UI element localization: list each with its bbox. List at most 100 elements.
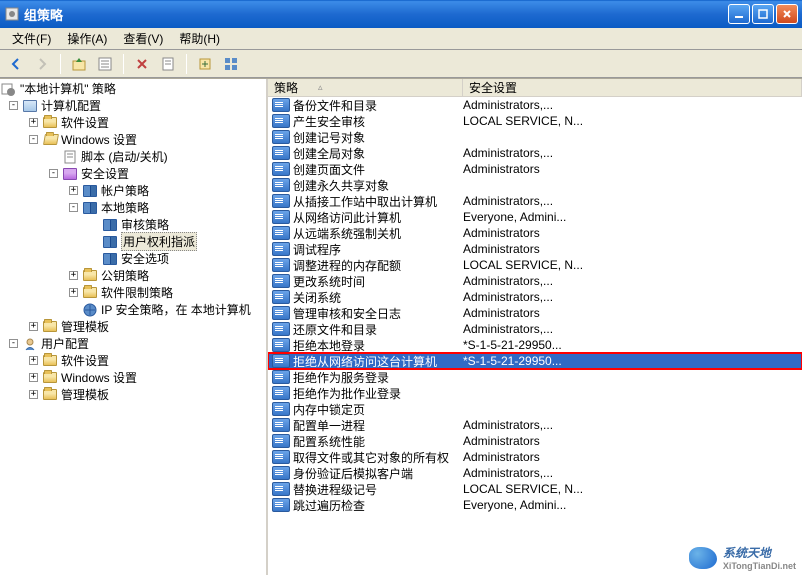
policy-item-icon: [272, 418, 290, 432]
menu-help[interactable]: 帮助(H): [171, 28, 228, 49]
list-row[interactable]: 调试程序Administrators: [268, 241, 802, 257]
menu-file[interactable]: 文件(F): [4, 28, 59, 49]
list-row[interactable]: 创建永久共享对象: [268, 177, 802, 193]
book-icon: [102, 235, 118, 249]
list-row[interactable]: 拒绝从网络访问这台计算机*S-1-5-21-29950...: [268, 353, 802, 369]
list-row[interactable]: 创建页面文件Administrators: [268, 161, 802, 177]
tree-local-policy[interactable]: -本地策略: [69, 199, 265, 216]
close-button[interactable]: [776, 4, 798, 24]
list-row[interactable]: 从网络访问此计算机Everyone, Admini...: [268, 209, 802, 225]
list-row[interactable]: 产生安全审核LOCAL SERVICE, N...: [268, 113, 802, 129]
tree-software-restrict[interactable]: +软件限制策略: [69, 284, 265, 301]
up-button[interactable]: [67, 52, 91, 76]
policy-name: 调试程序: [293, 241, 463, 258]
tree-public-key[interactable]: +公钥策略: [69, 267, 265, 284]
minimize-button[interactable]: [728, 4, 750, 24]
tree-pane[interactable]: "本地计算机" 策略 - 计算机配置 +软件设置 -Windows 设置: [0, 79, 268, 575]
list-row[interactable]: 创建记号对象: [268, 129, 802, 145]
tree-user-config[interactable]: -用户配置: [9, 335, 265, 352]
list-row[interactable]: 还原文件和目录Administrators,...: [268, 321, 802, 337]
separator: [60, 54, 61, 74]
collapse-icon[interactable]: -: [49, 169, 58, 178]
tree-account-policy[interactable]: +帐户策略: [69, 182, 265, 199]
properties-button[interactable]: [156, 52, 180, 76]
back-button[interactable]: [4, 52, 28, 76]
expand-icon[interactable]: +: [29, 390, 38, 399]
tree-ip-security[interactable]: IP 安全策略，在 本地计算机: [69, 301, 265, 318]
list-row[interactable]: 取得文件或其它对象的所有权Administrators: [268, 449, 802, 465]
list-row[interactable]: 跳过遍历检查Everyone, Admini...: [268, 497, 802, 513]
refresh-button[interactable]: [219, 52, 243, 76]
tree-user-admin-templates[interactable]: +管理模板: [29, 386, 265, 403]
menu-view[interactable]: 查看(V): [115, 28, 171, 49]
expand-icon[interactable]: +: [69, 271, 78, 280]
security-setting: Administrators,...: [463, 146, 553, 160]
menu-action[interactable]: 操作(A): [59, 28, 115, 49]
list-row[interactable]: 调整进程的内存配额LOCAL SERVICE, N...: [268, 257, 802, 273]
folder-open-icon: [42, 133, 58, 147]
policy-root-icon: [1, 82, 17, 96]
folder-icon: [42, 388, 58, 402]
collapse-icon[interactable]: -: [9, 101, 18, 110]
list-row[interactable]: 配置单一进程Administrators,...: [268, 417, 802, 433]
policy-name: 配置系统性能: [293, 433, 463, 450]
policy-item-icon: [272, 482, 290, 496]
tree-computer-config[interactable]: - 计算机配置: [9, 97, 265, 114]
tree-audit-policy[interactable]: 审核策略: [89, 216, 265, 233]
expand-icon[interactable]: +: [29, 322, 38, 331]
policy-name: 拒绝作为批作业登录: [293, 385, 463, 402]
list-row[interactable]: 从远端系统强制关机Administrators: [268, 225, 802, 241]
collapse-icon[interactable]: -: [29, 135, 38, 144]
policy-name: 创建页面文件: [293, 161, 463, 178]
list-row[interactable]: 身份验证后模拟客户端Administrators,...: [268, 465, 802, 481]
security-setting: Administrators,...: [463, 194, 553, 208]
expand-icon[interactable]: +: [29, 118, 38, 127]
policy-name: 拒绝本地登录: [293, 337, 463, 354]
maximize-button[interactable]: [752, 4, 774, 24]
column-policy[interactable]: 策略▵: [268, 79, 463, 96]
list-row[interactable]: 配置系统性能Administrators: [268, 433, 802, 449]
expand-icon[interactable]: +: [29, 356, 38, 365]
tree-user-rights[interactable]: 用户权利指派: [89, 233, 265, 250]
expand-icon[interactable]: +: [69, 186, 78, 195]
security-setting: *S-1-5-21-29950...: [463, 354, 562, 368]
book-icon: [82, 184, 98, 198]
list-row[interactable]: 拒绝本地登录*S-1-5-21-29950...: [268, 337, 802, 353]
list-row[interactable]: 拒绝作为批作业登录: [268, 385, 802, 401]
expand-icon[interactable]: +: [29, 373, 38, 382]
separator: [123, 54, 124, 74]
tree-scripts[interactable]: 脚本 (启动/关机): [49, 148, 265, 165]
forward-button[interactable]: [30, 52, 54, 76]
policy-name: 备份文件和目录: [293, 97, 463, 114]
delete-button[interactable]: [130, 52, 154, 76]
collapse-icon[interactable]: -: [69, 203, 78, 212]
tree-view-button[interactable]: [93, 52, 117, 76]
tree-windows-settings[interactable]: -Windows 设置: [29, 131, 265, 148]
export-button[interactable]: [193, 52, 217, 76]
tree-security-settings[interactable]: -安全设置: [49, 165, 265, 182]
list-body[interactable]: 备份文件和目录Administrators,...产生安全审核LOCAL SER…: [268, 97, 802, 575]
tree-security-options[interactable]: 安全选项: [89, 250, 265, 267]
list-row[interactable]: 管理审核和安全日志Administrators: [268, 305, 802, 321]
column-security[interactable]: 安全设置: [463, 79, 802, 96]
tree-admin-templates[interactable]: +管理模板: [29, 318, 265, 335]
collapse-icon[interactable]: -: [9, 339, 18, 348]
list-row[interactable]: 更改系统时间Administrators,...: [268, 273, 802, 289]
list-row[interactable]: 关闭系统Administrators,...: [268, 289, 802, 305]
tree-user-windows[interactable]: +Windows 设置: [29, 369, 265, 386]
list-row[interactable]: 内存中锁定页: [268, 401, 802, 417]
book-icon: [82, 201, 98, 215]
list-row[interactable]: 从插接工作站中取出计算机Administrators,...: [268, 193, 802, 209]
list-row[interactable]: 替换进程级记号LOCAL SERVICE, N...: [268, 481, 802, 497]
expand-icon[interactable]: +: [69, 288, 78, 297]
policy-name: 调整进程的内存配额: [293, 257, 463, 274]
list-row[interactable]: 拒绝作为服务登录: [268, 369, 802, 385]
titlebar: 组策略: [0, 0, 802, 28]
tree-software-settings[interactable]: +软件设置: [29, 114, 265, 131]
policy-item-icon: [272, 450, 290, 464]
policy-name: 拒绝从网络访问这台计算机: [293, 353, 463, 370]
list-row[interactable]: 备份文件和目录Administrators,...: [268, 97, 802, 113]
list-row[interactable]: 创建全局对象Administrators,...: [268, 145, 802, 161]
tree-user-software[interactable]: +软件设置: [29, 352, 265, 369]
tree-root[interactable]: "本地计算机" 策略: [1, 80, 265, 97]
